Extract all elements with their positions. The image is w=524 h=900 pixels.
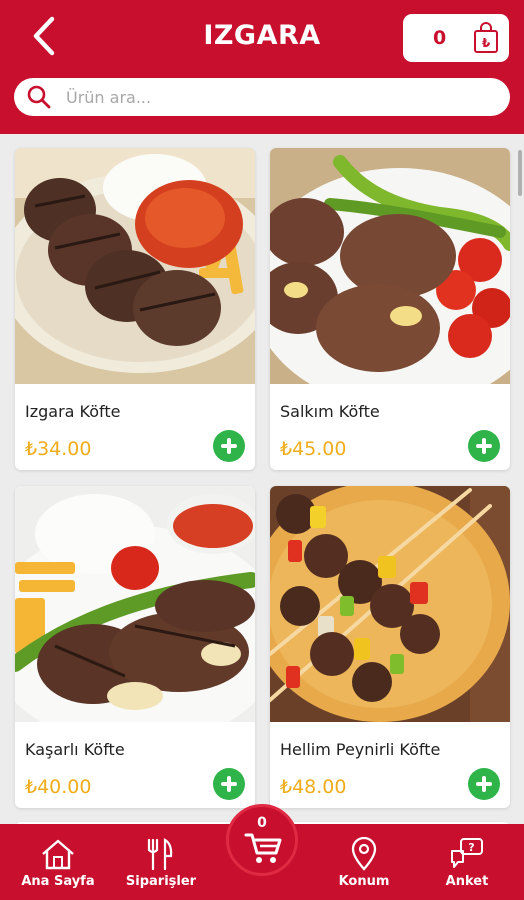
cart-button[interactable]: 0 ₺ [403,14,509,62]
location-pin-icon [351,836,377,871]
app-header: IZGARA 0 ₺ [0,0,524,134]
cart-fab-button[interactable]: 0 [226,804,298,876]
product-price: ₺40.00 [25,776,92,798]
product-name: Hellim Peynirli Köfte [280,740,441,759]
fab-cart-count: 0 [257,815,267,831]
home-icon [42,839,74,870]
product-price: ₺34.00 [25,438,92,460]
nav-home[interactable]: Ana Sayfa [14,824,102,900]
nav-orders[interactable]: Siparişler [116,824,206,900]
cart-count: 0 [433,27,447,49]
nav-home-label: Ana Sayfa [21,874,95,889]
product-price: ₺45.00 [280,438,347,460]
add-to-cart-button[interactable] [468,768,500,800]
search-input[interactable] [66,82,486,112]
add-to-cart-button[interactable] [468,430,500,462]
nav-survey-label: Anket [445,874,489,889]
product-card-hellim-peynirli-kofte[interactable]: Hellim Peynirli Köfte ₺48.00 [270,486,510,808]
product-price: ₺48.00 [280,776,347,798]
product-name: Salkım Köfte [280,402,380,421]
search-icon [27,85,51,109]
add-to-cart-button[interactable] [213,430,245,462]
product-card-izgara-kofte[interactable]: Izgara Köfte ₺34.00 [15,148,255,470]
fork-knife-icon [147,838,173,871]
survey-chat-icon: ? [451,838,483,868]
currency-symbol: ₺ [482,36,491,50]
scrollbar[interactable] [518,150,522,196]
shopping-bag-icon: ₺ [474,22,498,53]
svg-text:?: ? [468,841,474,854]
nav-location[interactable]: Konum [320,824,408,900]
product-grid: Izgara Köfte ₺34.00 Salkım Köfte ₺45.00 [0,134,524,824]
nav-location-label: Konum [338,874,390,889]
search-bar [14,78,510,116]
product-image [15,486,255,722]
product-card-salkim-kofte[interactable]: Salkım Köfte ₺45.00 [270,148,510,470]
nav-survey[interactable]: ? Anket [424,824,510,900]
product-name: Kaşarlı Köfte [25,740,125,759]
product-image [270,148,510,384]
product-name: Izgara Köfte [25,402,121,421]
product-image [15,148,255,384]
product-image [270,486,510,722]
product-card-kasarli-kofte[interactable]: Kaşarlı Köfte ₺40.00 [15,486,255,808]
add-to-cart-button[interactable] [213,768,245,800]
nav-orders-label: Siparişler [125,874,197,889]
shopping-cart-icon [244,833,282,863]
